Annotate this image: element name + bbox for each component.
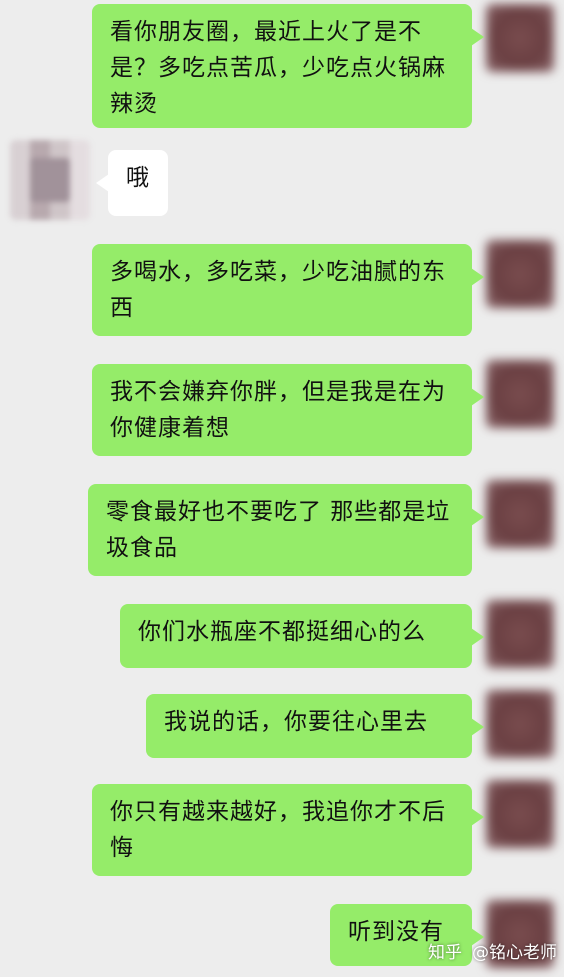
message-bubble-sent[interactable]: 你们水瓶座不都挺细心的么 xyxy=(120,604,484,668)
message-bubble-sent[interactable]: 我说的话，你要往心里去 xyxy=(146,694,484,758)
my-avatar[interactable] xyxy=(486,4,554,72)
contact-avatar[interactable] xyxy=(10,140,90,220)
my-avatar[interactable] xyxy=(486,600,554,668)
message-text: 我说的话，你要往心里去 xyxy=(164,709,428,735)
my-avatar[interactable] xyxy=(486,360,554,428)
watermark: 知乎 @铭心老师 xyxy=(428,938,557,963)
message-text: 多喝水，多吃菜，少吃油腻的东西 xyxy=(110,259,446,321)
message-text: 你们水瓶座不都挺细心的么 xyxy=(138,619,426,645)
my-avatar[interactable] xyxy=(486,780,554,848)
my-avatar[interactable] xyxy=(486,480,554,548)
message-text: 你只有越来越好，我追你才不后悔 xyxy=(110,799,446,861)
watermark-site: 知乎 xyxy=(428,943,462,963)
chat-window: 看你朋友圈，最近上火了是不是？多吃点苦瓜，少吃点火锅麻辣烫 哦 多喝水，多吃菜，… xyxy=(0,0,564,977)
watermark-author: @铭心老师 xyxy=(472,943,557,963)
my-avatar[interactable] xyxy=(486,690,554,758)
message-text: 零食最好也不要吃了 那些都是垃圾食品 xyxy=(106,499,451,561)
message-bubble-sent[interactable]: 多喝水，多吃菜，少吃油腻的东西 xyxy=(92,244,484,336)
message-bubble-received[interactable]: 哦 xyxy=(96,150,168,216)
message-bubble-sent[interactable]: 看你朋友圈，最近上火了是不是？多吃点苦瓜，少吃点火锅麻辣烫 xyxy=(92,4,484,128)
message-text: 我不会嫌弃你胖，但是我是在为你健康着想 xyxy=(110,379,446,441)
message-bubble-sent[interactable]: 我不会嫌弃你胖，但是我是在为你健康着想 xyxy=(92,364,484,456)
message-bubble-sent[interactable]: 零食最好也不要吃了 那些都是垃圾食品 xyxy=(88,484,484,576)
message-text: 哦 xyxy=(126,165,150,191)
message-text: 看你朋友圈，最近上火了是不是？多吃点苦瓜，少吃点火锅麻辣烫 xyxy=(110,19,446,117)
my-avatar[interactable] xyxy=(486,240,554,308)
message-bubble-sent[interactable]: 你只有越来越好，我追你才不后悔 xyxy=(92,784,484,876)
